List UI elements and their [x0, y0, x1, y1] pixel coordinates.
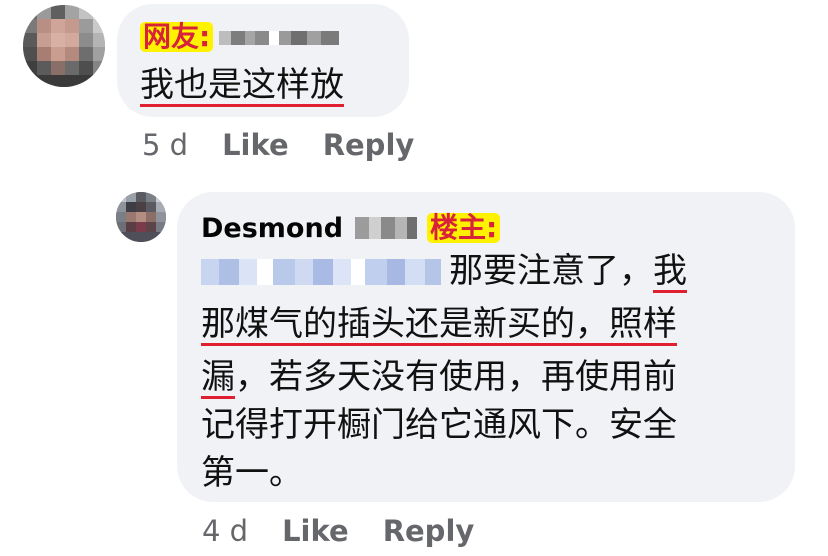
reply-line-3-text: ，若多天没有使用，再使用前: [235, 357, 677, 397]
reply-author-row: Desmond 楼主:: [201, 208, 501, 248]
comment-actions: 5 d Like Reply: [142, 128, 414, 162]
comment-text: 我也是这样放: [140, 58, 344, 113]
reply-author-avatar[interactable]: [116, 192, 166, 242]
reply-line-4: 记得打开橱门给它通风下。安全: [201, 405, 677, 445]
reply-actions: 4 d Like Reply: [202, 514, 474, 548]
reply-line-5: 第一。: [201, 453, 303, 493]
reply-line-1-text: 那要注意了，: [449, 251, 653, 291]
reply-reply-button[interactable]: Reply: [383, 514, 475, 548]
reply-button[interactable]: Reply: [323, 128, 415, 162]
commenter-avatar[interactable]: [23, 5, 105, 87]
reply-line-2: 那煤气的插头还是新买的，照样: [201, 297, 677, 352]
reply-line-3-underlined: 漏: [201, 357, 235, 397]
comment-text-underlined: 我也是这样放: [140, 65, 344, 105]
poster-badge: 楼主:: [427, 212, 501, 244]
reply-like-button[interactable]: Like: [282, 514, 349, 548]
comment-author-row: 网友:: [140, 17, 340, 57]
reply-author-name[interactable]: Desmond: [201, 213, 343, 244]
blurred-tagged-name[interactable]: [201, 247, 441, 285]
blurred-surname[interactable]: [355, 217, 418, 239]
reply-timestamp[interactable]: 4 d: [202, 514, 248, 548]
reply-line-1: 那要注意了，我: [201, 244, 687, 299]
like-button[interactable]: Like: [222, 128, 289, 162]
comment-timestamp[interactable]: 5 d: [142, 128, 188, 162]
blurred-author-name[interactable]: [219, 30, 340, 45]
reply-line-1-underlined: 我: [653, 251, 687, 291]
reply-line-2-underlined: 那煤气的插头还是新买的，照样: [201, 304, 677, 344]
commenter-badge: 网友:: [140, 21, 214, 53]
reply-line-3: 漏，若多天没有使用，再使用前: [201, 350, 677, 405]
